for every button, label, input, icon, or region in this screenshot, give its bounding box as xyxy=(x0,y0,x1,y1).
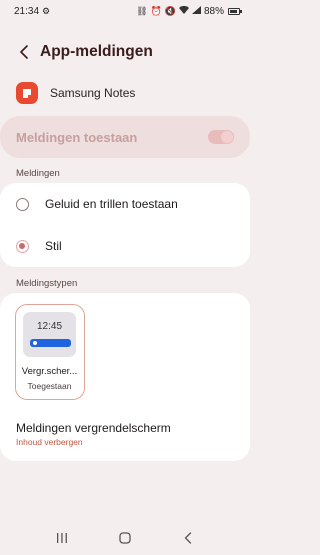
notification-preview-bar xyxy=(30,339,71,347)
page-title: App-meldingen xyxy=(40,43,153,60)
section-label-meldingen: Meldingen xyxy=(16,168,60,179)
navigation-bar xyxy=(0,520,250,555)
radio-silent[interactable] xyxy=(16,239,29,253)
option-label: Geluid en trillen toestaan xyxy=(45,197,178,211)
battery-icon xyxy=(228,7,242,15)
toggle-knob xyxy=(221,131,233,143)
back-button[interactable] xyxy=(14,40,34,64)
status-right: ⛓ ⏰ 🔇 88% xyxy=(136,5,242,17)
lock-screen-preview: 12:45 xyxy=(23,312,76,357)
lock-screen-title: Meldingen vergrendelscherm xyxy=(16,421,171,435)
status-bar: 21:34 ⚙ ⛓ ⏰ 🔇 88% xyxy=(0,0,250,22)
chevron-left-icon xyxy=(20,45,28,59)
home-icon xyxy=(119,531,131,544)
section-label-meldingstypen: Meldingstypen xyxy=(16,278,78,289)
app-info-row: Samsung Notes xyxy=(16,80,135,106)
notification-dot-icon xyxy=(33,341,37,345)
settings-gear-icon: ⚙ xyxy=(42,5,51,16)
link-icon: ⛓ xyxy=(136,5,148,16)
meldingen-card: Geluid en trillen toestaan Stil xyxy=(0,183,250,267)
app-name: Samsung Notes xyxy=(50,86,136,100)
back-nav-icon xyxy=(184,531,192,544)
recent-apps-button[interactable] xyxy=(47,523,77,553)
option-silent[interactable]: Stil xyxy=(0,225,250,267)
lock-screen-type-tile[interactable]: 12:45 Vergr.scher... Toegestaan xyxy=(15,304,85,400)
tile-status: Toegestaan xyxy=(27,381,72,391)
alarm-icon: ⏰ xyxy=(150,5,162,16)
meldingstypen-card: 12:45 Vergr.scher... Toegestaan Meldinge… xyxy=(0,293,250,461)
signal-icon xyxy=(191,6,201,16)
back-nav-button[interactable] xyxy=(173,523,203,553)
lock-screen-notifications-row[interactable]: Meldingen vergrendelscherm Inhoud verber… xyxy=(0,415,250,453)
status-time: 21:34 xyxy=(14,5,40,17)
radio-sound-vibrate[interactable] xyxy=(16,197,29,211)
preview-time: 12:45 xyxy=(36,321,63,332)
allow-notifications-row[interactable]: Meldingen toestaan xyxy=(0,116,250,158)
status-left: 21:34 ⚙ xyxy=(14,6,50,17)
lock-screen-subtitle: Inhoud verbergen xyxy=(16,437,83,447)
home-button[interactable] xyxy=(110,523,140,553)
option-sound-vibrate[interactable]: Geluid en trillen toestaan xyxy=(0,183,250,225)
tile-name: Vergr.scher... xyxy=(21,366,78,377)
option-label: Stil xyxy=(45,239,62,253)
header: App-meldingen xyxy=(0,36,250,68)
wifi-icon xyxy=(178,5,189,16)
recent-apps-icon xyxy=(56,532,67,543)
allow-notifications-toggle[interactable] xyxy=(208,130,234,144)
samsung-notes-icon xyxy=(16,82,38,104)
allow-notifications-label: Meldingen toestaan xyxy=(16,129,138,145)
mute-icon: 🔇 xyxy=(164,5,176,16)
battery-percent: 88% xyxy=(203,5,224,17)
